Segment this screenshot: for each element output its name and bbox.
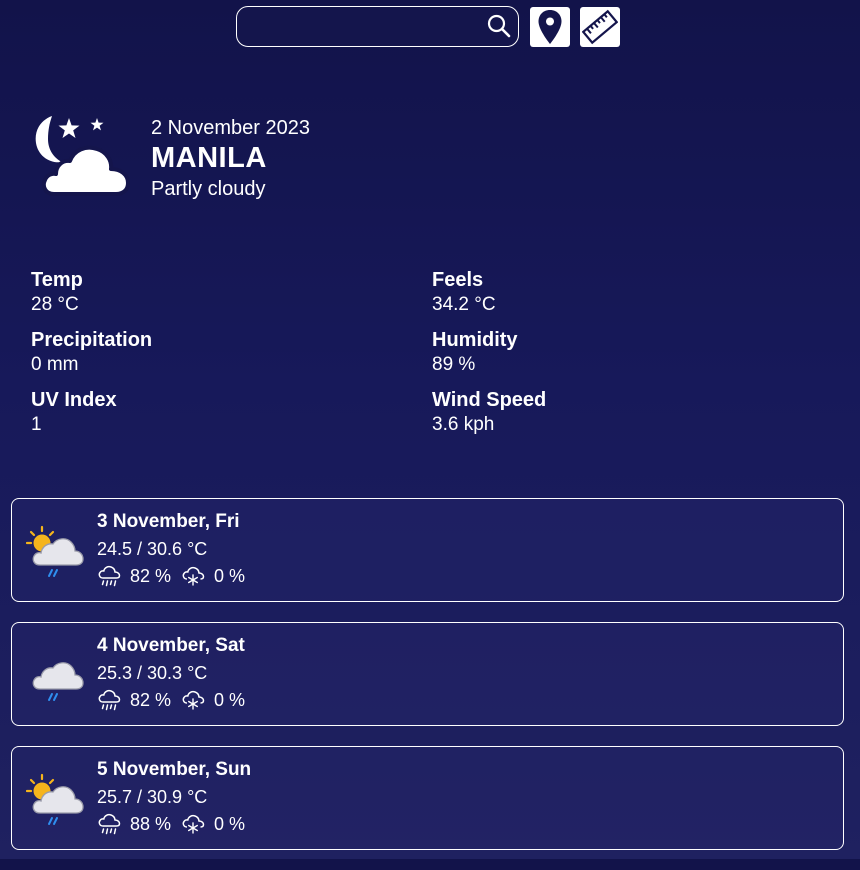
forecast-card-body: 4 November, Sat 25.3 / 30.3 °C 82 % 0 %	[97, 634, 245, 711]
current-weather: 2 November 2023 MANILA Partly cloudy	[30, 114, 310, 202]
rain-chance-value: 82 %	[130, 690, 172, 710]
units-button[interactable]	[580, 6, 620, 47]
snow-chance-icon	[182, 690, 205, 710]
forecast-chances: 82 % 0 %	[97, 565, 245, 587]
snow-chance-value: 0 %	[214, 690, 246, 710]
sun-cloud-rain-icon	[26, 525, 84, 577]
stat-temp: Temp 28 °C	[31, 268, 432, 317]
stat-label: Wind Speed	[432, 389, 547, 411]
forecast-card-body: 3 November, Fri 24.5 / 30.6 °C 82 % 0 %	[97, 510, 245, 587]
stat-value: 0 mm	[31, 354, 79, 375]
snow-chance-icon	[182, 566, 205, 586]
rain-chance-icon	[98, 813, 121, 835]
current-text: 2 November 2023 MANILA Partly cloudy	[151, 116, 310, 202]
search-box	[236, 6, 519, 47]
current-date: 2 November 2023	[151, 117, 310, 139]
stat-feels: Feels 34.2 °C	[432, 268, 831, 317]
stat-label: Feels	[432, 269, 484, 291]
rain-chance-value: 82 %	[130, 566, 172, 586]
snow-chance-icon	[182, 814, 205, 834]
location-button[interactable]	[530, 6, 570, 47]
forecast-temp-range: 24.5 / 30.6 °C	[97, 539, 208, 559]
snow-chance-value: 0 %	[214, 814, 246, 834]
rain-chance-icon	[98, 565, 121, 587]
stat-wind-speed: Wind Speed 3.6 kph	[432, 388, 831, 437]
stat-label: UV Index	[31, 389, 117, 411]
forecast-chances: 88 % 0 %	[97, 813, 251, 835]
forecast-chances: 82 % 0 %	[97, 689, 245, 711]
stat-value: 34.2 °C	[432, 294, 496, 315]
forecast-date: 4 November, Sat	[97, 635, 245, 656]
weather-stats: Temp 28 °C Feels 34.2 °C Precipitation 0…	[31, 268, 831, 437]
forecast-list: 3 November, Fri 24.5 / 30.6 °C 82 % 0 % …	[11, 498, 844, 870]
stat-uv-index: UV Index 1	[31, 388, 432, 437]
forecast-card[interactable]: 3 November, Fri 24.5 / 30.6 °C 82 % 0 %	[11, 498, 844, 602]
cloud-rain-icon	[32, 662, 84, 701]
location-pin-icon	[538, 9, 562, 44]
rain-chance-icon	[98, 689, 121, 711]
forecast-date: 3 November, Fri	[97, 511, 240, 532]
forecast-date: 5 November, Sun	[97, 759, 252, 780]
forecast-temp-range: 25.3 / 30.3 °C	[97, 663, 208, 683]
city-name: MANILA	[151, 142, 267, 174]
night-partly-cloudy-icon	[35, 116, 130, 196]
stat-value: 89 %	[432, 354, 476, 375]
forecast-temp-range: 25.7 / 30.9 °C	[97, 787, 208, 807]
stat-label: Humidity	[432, 329, 518, 351]
top-bar	[236, 6, 620, 47]
rain-chance-value: 88 %	[130, 814, 172, 834]
stat-humidity: Humidity 89 %	[432, 328, 831, 377]
ruler-icon	[582, 9, 618, 44]
forecast-card[interactable]: 4 November, Sat 25.3 / 30.3 °C 82 % 0 %	[11, 622, 844, 726]
current-condition: Partly cloudy	[151, 178, 266, 200]
stat-value: 28 °C	[31, 294, 79, 315]
stat-value: 3.6 kph	[432, 414, 495, 435]
snow-chance-value: 0 %	[214, 566, 246, 586]
stat-label: Temp	[31, 269, 83, 291]
search-input[interactable]	[237, 7, 501, 44]
forecast-card-body: 5 November, Sun 25.7 / 30.9 °C 88 % 0 %	[97, 758, 251, 835]
forecast-card[interactable]: 5 November, Sun 25.7 / 30.9 °C 88 % 0 %	[11, 746, 844, 850]
stat-precipitation: Precipitation 0 mm	[31, 328, 432, 377]
sun-cloud-rain-icon	[26, 773, 84, 825]
stat-value: 1	[31, 414, 42, 435]
stat-label: Precipitation	[31, 329, 153, 351]
search-icon[interactable]	[486, 13, 512, 39]
